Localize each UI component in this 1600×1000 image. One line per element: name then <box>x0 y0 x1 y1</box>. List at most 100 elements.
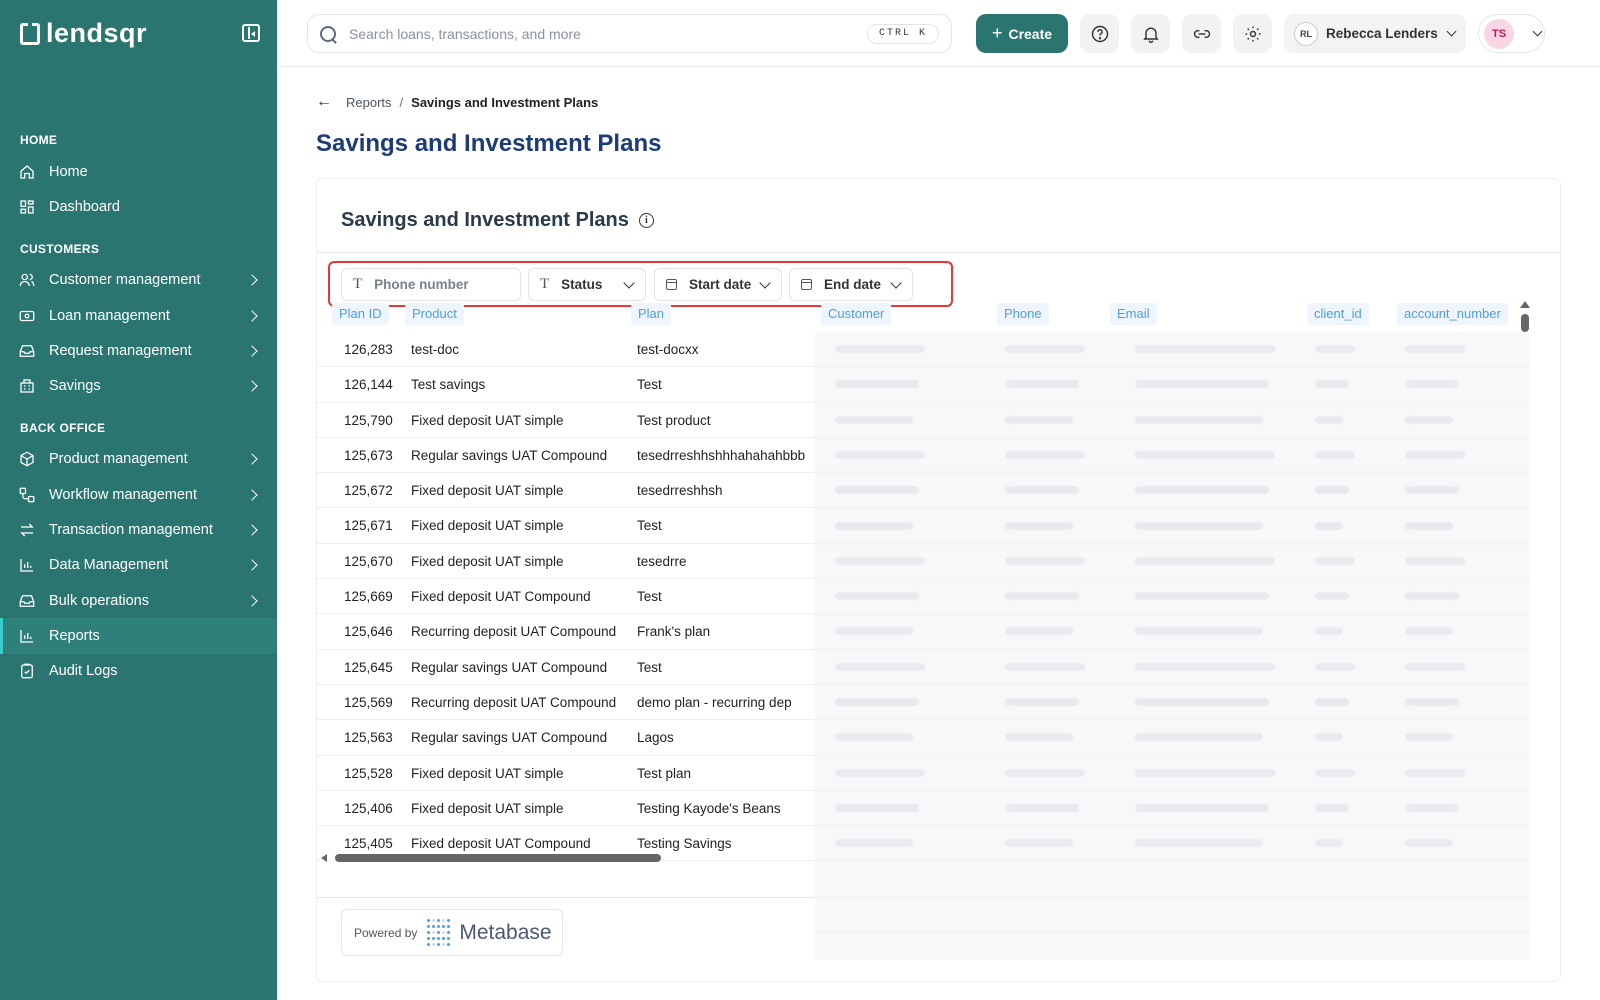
product-cell[interactable]: Recurring deposit UAT Compound <box>411 624 616 639</box>
plan-cell[interactable]: Test plan <box>637 766 691 781</box>
product-cell[interactable]: Regular savings UAT Compound <box>411 448 607 463</box>
product-cell[interactable]: Test savings <box>411 377 485 392</box>
plan-cell[interactable]: test-docxx <box>637 342 699 357</box>
product-cell[interactable]: Fixed deposit UAT simple <box>411 766 564 781</box>
product-cell[interactable]: Fixed deposit UAT simple <box>411 554 564 569</box>
table-row[interactable]: 126,144 Test savings Test <box>317 367 815 403</box>
column-header-customer[interactable]: Customer <box>821 303 892 325</box>
plan-cell[interactable]: Test <box>637 518 662 533</box>
sidebar-item-request-management[interactable]: Request management <box>0 333 277 368</box>
global-search[interactable]: CTRL K <box>307 14 952 53</box>
table-row[interactable]: 125,569 Recurring deposit UAT Compound dem… <box>317 685 815 721</box>
sidebar-item-loan-management[interactable]: Loan management <box>0 298 277 333</box>
status-filter[interactable]: T Status <box>528 268 646 301</box>
product-cell[interactable]: Recurring deposit UAT Compound <box>411 695 616 710</box>
link-button[interactable] <box>1182 14 1221 53</box>
plan-id-cell[interactable]: 125,669 <box>344 589 393 604</box>
brand-logo[interactable]: lendsqr <box>20 18 147 49</box>
notifications-button[interactable] <box>1131 14 1170 53</box>
plan-id-cell[interactable]: 125,671 <box>344 518 393 533</box>
product-cell[interactable]: Fixed deposit UAT simple <box>411 413 564 428</box>
back-arrow-icon[interactable]: ← <box>316 93 332 111</box>
sidebar-item-workflow-management[interactable]: Workflow management <box>0 477 277 512</box>
sidebar-item-transaction-management[interactable]: Transaction management <box>0 512 277 547</box>
sidebar-item-audit-logs[interactable]: Audit Logs <box>0 654 277 689</box>
plan-id-cell[interactable]: 125,790 <box>344 413 393 428</box>
table-row[interactable]: 125,563 Regular savings UAT Compound Lagos <box>317 720 815 756</box>
column-header-email[interactable]: Email <box>1110 303 1157 325</box>
breadcrumb-reports[interactable]: Reports <box>346 95 392 110</box>
sidebar-item-reports[interactable]: Reports <box>0 618 277 654</box>
table-row[interactable]: 125,669 Fixed deposit UAT Compound Test <box>317 579 815 615</box>
collapse-sidebar-icon[interactable] <box>242 24 260 42</box>
table-row[interactable]: 125,672 Fixed deposit UAT simple tesedrres… <box>317 473 815 509</box>
plan-id-cell[interactable]: 125,569 <box>344 695 393 710</box>
plan-id-cell[interactable]: 126,144 <box>344 377 393 392</box>
sidebar-item-bulk-operations[interactable]: Bulk operations <box>0 583 277 618</box>
horizontal-scroll-thumb[interactable] <box>335 854 661 862</box>
info-icon[interactable]: i <box>638 213 654 228</box>
plan-id-cell[interactable]: 125,406 <box>344 801 393 816</box>
column-header-plan[interactable]: Plan <box>631 303 672 325</box>
product-cell[interactable]: Regular savings UAT Compound <box>411 730 607 745</box>
plan-cell[interactable]: Lagos <box>637 730 674 745</box>
plan-cell[interactable]: Test <box>637 377 662 392</box>
profile-menu[interactable]: TS <box>1478 14 1545 53</box>
end-date-filter[interactable]: End date <box>789 268 913 301</box>
plan-cell[interactable]: Frank's plan <box>637 624 710 639</box>
product-cell[interactable]: Fixed deposit UAT Compound <box>411 589 591 604</box>
organization-switcher[interactable]: RL Rebecca Lenders <box>1284 14 1466 53</box>
table-row[interactable]: 125,673 Regular savings UAT Compound tesed… <box>317 438 815 474</box>
scroll-left-icon[interactable] <box>321 854 327 862</box>
sidebar-item-data-management[interactable]: Data Management <box>0 548 277 583</box>
sidebar-item-product-management[interactable]: Product management <box>0 442 277 477</box>
plan-cell[interactable]: Testing Kayode's Beans <box>637 801 781 816</box>
plan-cell[interactable]: demo plan - recurring dep <box>637 695 792 710</box>
help-button[interactable] <box>1080 14 1119 53</box>
plan-id-cell[interactable]: 125,645 <box>344 660 393 675</box>
table-row[interactable]: 125,671 Fixed deposit UAT simple Test <box>317 508 815 544</box>
horizontal-scrollbar[interactable] <box>321 853 815 863</box>
vertical-scroll-thumb[interactable] <box>1521 314 1529 332</box>
product-cell[interactable]: Regular savings UAT Compound <box>411 660 607 675</box>
column-header-phone[interactable]: Phone <box>997 303 1049 325</box>
plan-cell[interactable]: tesedrreshhsh <box>637 483 723 498</box>
column-header-plan-id[interactable]: Plan ID <box>332 303 389 325</box>
product-cell[interactable]: test-doc <box>411 342 459 357</box>
column-header-client-id[interactable]: client_id <box>1307 303 1369 325</box>
search-input[interactable] <box>349 25 951 42</box>
start-date-filter[interactable]: Start date <box>654 268 782 301</box>
plan-cell[interactable]: Test <box>637 589 662 604</box>
plan-cell[interactable]: tesedrreshhshhhahahahbbb <box>637 448 805 463</box>
table-row[interactable]: 125,670 Fixed deposit UAT simple tesedrre <box>317 544 815 580</box>
table-row[interactable]: 125,528 Fixed deposit UAT simple Test plan <box>317 756 815 791</box>
column-header-account-number[interactable]: account_number <box>1397 303 1508 325</box>
powered-by-metabase[interactable]: Powered by Metabase <box>341 909 563 956</box>
plan-id-cell[interactable]: 125,405 <box>344 836 393 851</box>
table-row[interactable]: 125,646 Recurring deposit UAT Compound Fra… <box>317 614 815 650</box>
sidebar-item-dashboard[interactable]: Dashboard <box>0 189 277 224</box>
phone-number-filter[interactable]: T Phone number <box>341 268 521 301</box>
plan-id-cell[interactable]: 125,672 <box>344 483 393 498</box>
plan-cell[interactable]: Test <box>637 660 662 675</box>
vertical-scrollbar[interactable] <box>1520 301 1530 341</box>
sidebar-item-savings[interactable]: Savings <box>0 368 277 403</box>
plan-id-cell[interactable]: 125,563 <box>344 730 393 745</box>
table-row[interactable]: 126,283 test-doc test-docxx <box>317 332 815 368</box>
column-header-product[interactable]: Product <box>405 303 464 325</box>
settings-button[interactable] <box>1233 14 1272 53</box>
table-row[interactable]: 125,790 Fixed deposit UAT simple Test prod… <box>317 403 815 438</box>
product-cell[interactable]: Fixed deposit UAT simple <box>411 483 564 498</box>
plan-id-cell[interactable]: 125,528 <box>344 766 393 781</box>
create-button[interactable]: + Create <box>976 14 1068 53</box>
table-row[interactable]: 125,645 Regular savings UAT Compound Test <box>317 650 815 685</box>
plan-cell[interactable]: Test product <box>637 413 711 428</box>
plan-cell[interactable]: tesedrre <box>637 554 687 569</box>
product-cell[interactable]: Fixed deposit UAT simple <box>411 518 564 533</box>
sidebar-item-customer-management[interactable]: Customer management <box>0 263 277 298</box>
table-row[interactable]: 125,406 Fixed deposit UAT simple Testing K… <box>317 791 815 827</box>
plan-id-cell[interactable]: 125,670 <box>344 554 393 569</box>
product-cell[interactable]: Fixed deposit UAT Compound <box>411 836 591 851</box>
plan-id-cell[interactable]: 126,283 <box>344 342 393 357</box>
plan-id-cell[interactable]: 125,673 <box>344 448 393 463</box>
